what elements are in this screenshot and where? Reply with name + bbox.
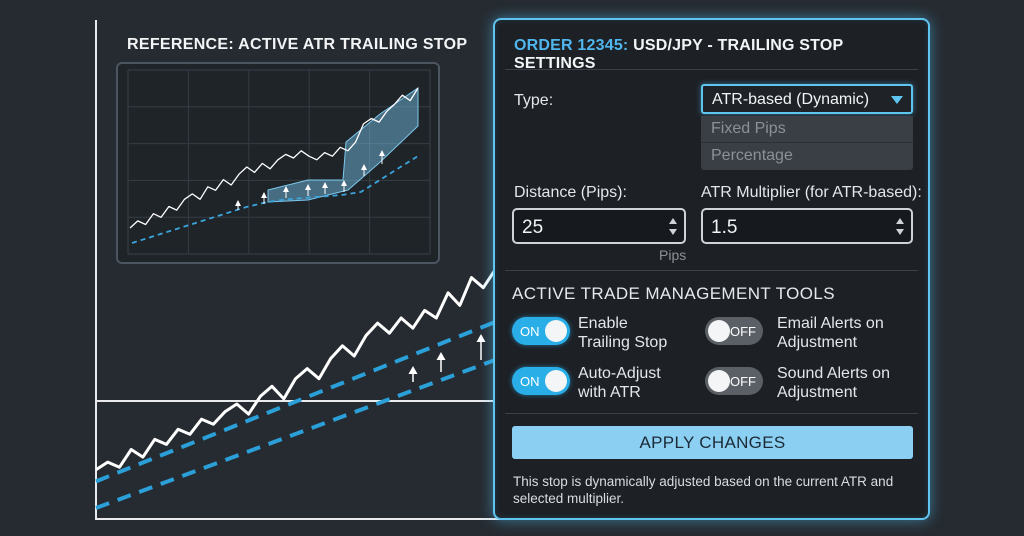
reference-chart xyxy=(127,69,431,255)
divider xyxy=(505,270,918,271)
spinner-up-icon[interactable] xyxy=(669,218,677,224)
stop-adjust-arrow-icon xyxy=(436,352,446,360)
stop-adjust-arrow-icon xyxy=(261,192,267,198)
reference-title: REFERENCE: ACTIVE ATR TRAILING STOP xyxy=(127,36,468,53)
toggle-knob xyxy=(708,370,730,392)
spinner-down-icon[interactable] xyxy=(669,229,677,235)
info-note: This stop is dynamically adjusted based … xyxy=(513,474,894,506)
toggle-label-line: Email Alerts on xyxy=(777,315,884,332)
toggle-label-line: Adjustment xyxy=(777,334,858,351)
toggle-state: ON xyxy=(520,324,540,339)
toggle-label-line: Enable xyxy=(578,315,628,332)
type-option-percentage[interactable]: Percentage xyxy=(701,142,913,169)
toggle-label-line: Trailing Stop xyxy=(578,334,668,351)
stop-adjust-arrow-icon xyxy=(476,334,486,342)
trailing-stop-line-lower xyxy=(95,358,496,510)
distance-input[interactable]: 25 xyxy=(512,208,686,244)
toggle-enable-trailing-stop[interactable]: ON xyxy=(512,317,570,345)
toggle-auto-adjust-atr[interactable]: ON xyxy=(512,367,570,395)
divider xyxy=(505,413,918,414)
trailing-stop-settings-panel: ORDER 12345: USD/JPY - TRAILING STOP SET… xyxy=(493,18,930,520)
toggle-label-enable-trailing-stop: Enable Trailing Stop xyxy=(578,314,667,352)
atr-multiplier-value: 1.5 xyxy=(711,217,738,238)
toggle-label-auto-adjust-atr: Auto-Adjust with ATR xyxy=(578,364,661,402)
type-select-value: ATR-based (Dynamic) xyxy=(712,91,870,108)
toggle-label-line: with ATR xyxy=(578,384,641,401)
toggle-label-line: Adjustment xyxy=(777,384,858,401)
toggle-knob xyxy=(708,320,730,342)
type-label: Type: xyxy=(514,92,554,109)
tools-section-title: ACTIVE TRADE MANAGEMENT TOOLS xyxy=(512,284,836,303)
distance-label: Distance (Pips): xyxy=(514,184,627,201)
toggle-state: OFF xyxy=(730,374,756,389)
atr-multiplier-input[interactable]: 1.5 xyxy=(701,208,913,244)
atr-multiplier-label: ATR Multiplier (for ATR-based): xyxy=(701,184,922,201)
ref-grid-frame xyxy=(127,69,431,255)
type-select[interactable]: ATR-based (Dynamic) xyxy=(701,84,913,114)
toggle-label-email-alerts: Email Alerts on Adjustment xyxy=(777,314,884,352)
toggle-knob xyxy=(545,370,567,392)
toggle-label-line: Sound Alerts on xyxy=(777,365,890,382)
divider xyxy=(505,69,918,70)
toggle-email-alerts[interactable]: OFF xyxy=(705,317,763,345)
type-option-fixed-pips[interactable]: Fixed Pips xyxy=(701,116,913,142)
toggle-state: OFF xyxy=(730,324,756,339)
price-line xyxy=(95,269,497,471)
distance-value: 25 xyxy=(522,217,544,238)
type-dropdown-menu: Fixed Pips Percentage xyxy=(701,116,913,170)
toggle-sound-alerts[interactable]: OFF xyxy=(705,367,763,395)
chevron-down-icon xyxy=(891,96,903,104)
toggle-label-line: Auto-Adjust xyxy=(578,365,661,382)
spinner-up-icon[interactable] xyxy=(896,218,904,224)
order-number: ORDER 12345: xyxy=(514,37,629,54)
reference-chart-panel xyxy=(116,62,440,264)
settings-title: ORDER 12345: USD/JPY - TRAILING STOP SET… xyxy=(514,37,928,73)
toggle-label-sound-alerts: Sound Alerts on Adjustment xyxy=(777,364,890,402)
stop-adjust-arrow-icon xyxy=(408,366,418,374)
distance-unit: Pips xyxy=(659,247,687,263)
apply-changes-button[interactable]: APPLY CHANGES xyxy=(512,426,913,459)
toggle-state: ON xyxy=(520,374,540,389)
stop-adjust-arrow-icon xyxy=(235,200,241,206)
toggle-knob xyxy=(545,320,567,342)
spinner-down-icon[interactable] xyxy=(896,229,904,235)
